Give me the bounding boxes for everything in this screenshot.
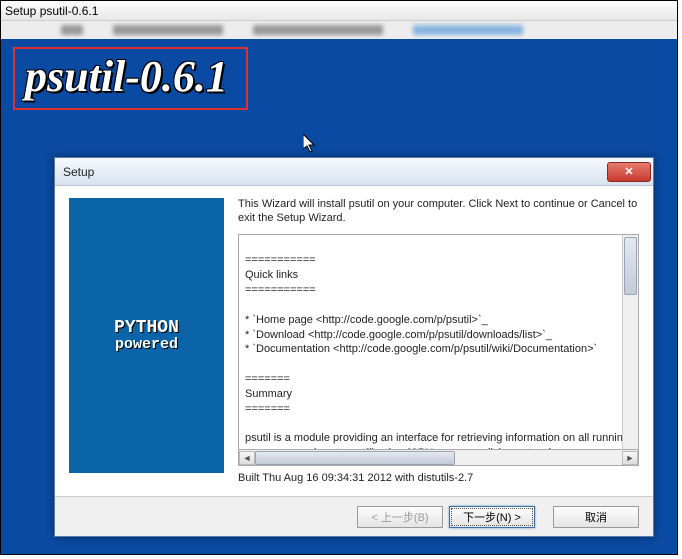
banner-box: psutil-0.6.1: [13, 47, 248, 110]
dialog-footer: < 上一步(B) 下一步(N) > 取消: [55, 496, 653, 536]
installer-background: psutil-0.6.1 Setup ✕ PYTHON powered This…: [1, 39, 677, 554]
intro-text: This Wizard will install psutil on your …: [238, 198, 639, 226]
logo-line2: powered: [114, 337, 179, 352]
cancel-label: 取消: [585, 509, 607, 525]
close-icon: ✕: [624, 165, 633, 178]
blur-item: [253, 25, 383, 35]
scroll-right-arrow-icon[interactable]: ►: [622, 451, 638, 465]
blur-item: [113, 25, 223, 35]
hscroll-track[interactable]: [255, 451, 622, 465]
side-panel: PYTHON powered: [69, 198, 224, 473]
content-column: This Wizard will install psutil on your …: [238, 198, 639, 484]
blur-item: [413, 25, 523, 35]
logo-line1: PYTHON: [114, 319, 179, 337]
dialog-body: PYTHON powered This Wizard will install …: [55, 186, 653, 496]
background-tabs: [1, 21, 677, 39]
cancel-button[interactable]: 取消: [553, 506, 639, 528]
info-textbox[interactable]: =========== Quick links =========== * `H…: [238, 234, 639, 451]
dialog-titlebar[interactable]: Setup ✕: [55, 158, 653, 186]
next-label: 下一步(N) >: [463, 509, 521, 525]
close-button[interactable]: ✕: [607, 162, 651, 182]
vertical-scrollbar[interactable]: [622, 235, 638, 450]
horizontal-scrollbar[interactable]: ◄ ►: [238, 450, 639, 466]
back-button: < 上一步(B): [357, 506, 443, 528]
built-info: Built Thu Aug 16 09:34:31 2012 with dist…: [238, 472, 639, 484]
dialog-title: Setup: [63, 165, 94, 179]
next-button[interactable]: 下一步(N) >: [449, 506, 535, 528]
blur-item: [61, 25, 83, 35]
back-label: < 上一步(B): [371, 509, 428, 525]
info-text: =========== Quick links =========== * `H…: [245, 254, 629, 450]
outer-window: Setup psutil-0.6.1 psutil-0.6.1 Setup ✕ …: [0, 0, 678, 555]
python-powered-logo: PYTHON powered: [114, 319, 179, 352]
outer-title: Setup psutil-0.6.1: [5, 4, 98, 18]
outer-titlebar: Setup psutil-0.6.1: [1, 1, 677, 21]
scrollbar-thumb[interactable]: [624, 237, 637, 295]
scroll-left-arrow-icon[interactable]: ◄: [239, 451, 255, 465]
setup-dialog: Setup ✕ PYTHON powered This Wizard will …: [54, 157, 654, 537]
hscroll-thumb[interactable]: [255, 451, 455, 465]
banner-title: psutil-0.6.1: [25, 51, 228, 102]
